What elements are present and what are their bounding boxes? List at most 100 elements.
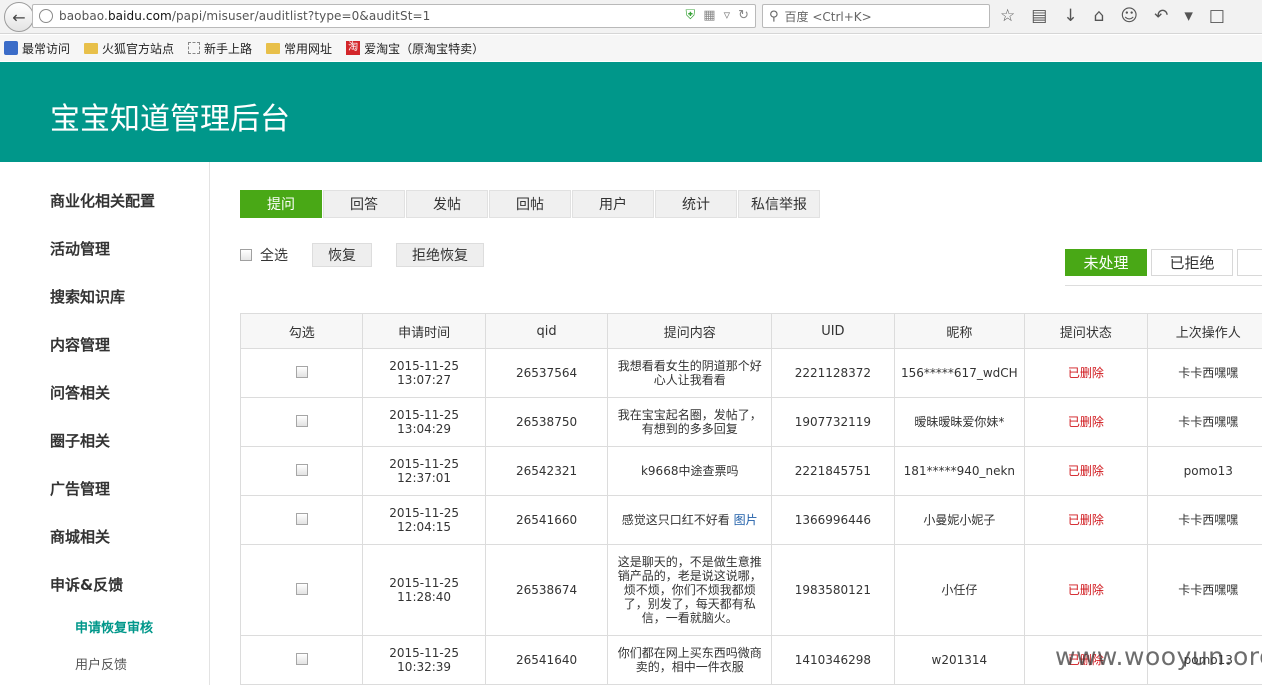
sidebar-item-appeal[interactable]: 申诉&反馈 (50, 574, 123, 595)
nickname: 小任仔 (893, 544, 1026, 636)
back-arrow-icon[interactable]: ← (4, 2, 34, 32)
sidebar-item-search-knowledge[interactable]: 搜索知识库 (50, 286, 125, 307)
uid: 2221845751 (771, 446, 895, 496)
bookmark-common-sites[interactable]: 常用网址 (266, 40, 332, 57)
row-checkbox[interactable] (295, 582, 308, 595)
status-tab-rejected[interactable]: 已拒绝 (1151, 249, 1233, 276)
shield-icon[interactable]: ⛨ (686, 8, 696, 23)
qid: 26538674 (484, 544, 609, 636)
table-row: 2015-11-25 12:04:15 26541660 感觉这只口红不好看 图片… (239, 495, 1262, 545)
sidebar-subitem-restore-review[interactable]: 申请恢复审核 (75, 617, 153, 636)
table-row: 2015-11-25 13:04:29 26538750 我在宝宝起名圈，发帖了，… (239, 397, 1262, 447)
reject-restore-button[interactable]: 拒绝恢复 (396, 243, 484, 267)
row-checkbox[interactable] (295, 365, 308, 378)
sidebar: 商业化相关配置 活动管理 搜索知识库 内容管理 问答相关 圈子相关 广告管理 商… (0, 162, 210, 685)
operator: pomo13 (1146, 446, 1262, 496)
apply-time: 2015-11-25 11:28:40 (362, 544, 486, 636)
crop-icon[interactable]: □ (1209, 6, 1225, 26)
restore-button[interactable]: 恢复 (312, 243, 372, 267)
sidebar-item-circle[interactable]: 圈子相关 (50, 430, 110, 451)
tab-users[interactable]: 用户 (572, 190, 654, 218)
question-content: 感觉这只口红不好看 图片 (607, 495, 773, 545)
status-badge: 已删除 (1024, 446, 1148, 496)
apply-time: 2015-11-25 13:04:29 (362, 397, 486, 447)
apply-time: 2015-11-25 12:04:15 (362, 495, 486, 545)
row-checkbox[interactable] (295, 652, 308, 665)
undo-icon[interactable]: ↶ (1154, 6, 1168, 26)
app-header: 宝宝知道管理后台 (0, 62, 1262, 162)
bookmark-taobao[interactable]: 淘爱淘宝（原淘宝特卖） (346, 40, 484, 57)
row-checkbox[interactable] (295, 512, 308, 525)
content-tabs: 提问 回答 发帖 回帖 用户 统计 私信举报 (240, 190, 821, 218)
action-bar: 全选 恢复 拒绝恢复 (240, 243, 508, 267)
search-placeholder: 百度 <Ctrl+K> (784, 9, 872, 24)
question-content: 我在宝宝起名圈，发帖了，有想到的多多回复 (607, 397, 773, 447)
sidebar-item-activity[interactable]: 活动管理 (50, 238, 110, 259)
nickname: 156*****617_wdCH (893, 348, 1026, 398)
nickname: w201314 (893, 635, 1026, 685)
col-status: 提问状态 (1024, 313, 1148, 349)
globe-icon (39, 9, 53, 23)
select-all[interactable]: 全选 (240, 245, 288, 265)
tab-answers[interactable]: 回答 (323, 190, 405, 218)
tab-posts[interactable]: 发帖 (406, 190, 488, 218)
col-select: 勾选 (239, 313, 364, 349)
table-row: 2015-11-25 13:07:27 26537564 我想看看女生的阴道那个好… (239, 348, 1262, 398)
qid: 26541660 (484, 495, 609, 545)
question-content: 你们都在网上买东西吗微商卖的，相中一件衣服 (607, 635, 773, 685)
sidebar-item-qa[interactable]: 问答相关 (50, 382, 110, 403)
sidebar-item-ads[interactable]: 广告管理 (50, 478, 110, 499)
menu-arrow-icon[interactable]: ▾ (1184, 6, 1193, 26)
uid: 1907732119 (771, 397, 895, 447)
qid: 26541640 (484, 635, 609, 685)
reading-list-icon[interactable]: ▤ (1031, 6, 1047, 26)
status-tab-other[interactable]: 已 (1237, 249, 1262, 276)
star-icon[interactable]: ☆ (1000, 6, 1015, 26)
bookmark-getting-started[interactable]: 新手上路 (188, 40, 252, 57)
divider (1065, 285, 1262, 286)
tab-private-reports[interactable]: 私信举报 (738, 190, 820, 218)
image-link[interactable]: 图片 (734, 513, 758, 527)
sidebar-item-content[interactable]: 内容管理 (50, 334, 110, 355)
apply-time: 2015-11-25 10:32:39 (362, 635, 486, 685)
row-checkbox[interactable] (295, 463, 308, 476)
uid: 1366996446 (771, 495, 895, 545)
col-content: 提问内容 (607, 313, 773, 349)
page-title: 宝宝知道管理后台 (50, 102, 290, 137)
tab-stats[interactable]: 统计 (655, 190, 737, 218)
page-icon (188, 42, 201, 54)
nickname: 181*****940_nekn (893, 446, 1026, 496)
taobao-icon: 淘 (346, 41, 361, 55)
qr-code-icon[interactable]: ▦ (703, 8, 715, 23)
home-icon[interactable]: ⌂ (1094, 6, 1105, 26)
sidebar-item-mall[interactable]: 商城相关 (50, 526, 110, 547)
col-qid: qid (484, 313, 609, 349)
status-tab-pending[interactable]: 未处理 (1065, 249, 1147, 276)
reload-icon[interactable]: ↻ (738, 8, 749, 23)
sidebar-subitem-feedback[interactable]: 用户反馈 (75, 654, 127, 673)
bookmark-icon (4, 41, 18, 55)
row-checkbox[interactable] (295, 414, 308, 427)
uid: 2221128372 (771, 348, 895, 398)
search-input[interactable]: ⚲ 百度 <Ctrl+K> (762, 4, 990, 28)
audit-table: 勾选 申请时间 qid 提问内容 UID 昵称 提问状态 上次操作人 2015-… (239, 313, 1262, 685)
status-badge: 已删除 (1024, 544, 1148, 636)
watermark: www.wooyun.org (1055, 642, 1262, 671)
address-bar[interactable]: baobao.baidu.com/papi/misuser/auditlist?… (32, 4, 756, 28)
tab-replies[interactable]: 回帖 (489, 190, 571, 218)
select-all-checkbox[interactable] (240, 249, 252, 261)
status-badge: 已删除 (1024, 397, 1148, 447)
table-row: 2015-11-25 11:28:40 26538674 这是聊天的，不是做生意推… (239, 544, 1262, 636)
sidebar-item-commercial[interactable]: 商业化相关配置 (50, 190, 155, 211)
status-filter: 未处理 已拒绝 已 (1065, 249, 1262, 276)
chat-icon[interactable]: ☺ (1120, 6, 1138, 26)
bookmark-most-visited[interactable]: 最常访问 (4, 40, 70, 57)
tab-questions[interactable]: 提问 (240, 190, 322, 218)
uid: 1410346298 (771, 635, 895, 685)
apply-time: 2015-11-25 12:37:01 (362, 446, 486, 496)
dropdown-arrow-icon[interactable]: ▿ (724, 8, 731, 23)
bookmark-firefox[interactable]: 火狐官方站点 (84, 40, 174, 57)
qid: 26537564 (484, 348, 609, 398)
download-icon[interactable]: ↓ (1063, 6, 1077, 26)
url-text: baobao.baidu.com/papi/misuser/auditlist?… (59, 9, 431, 23)
